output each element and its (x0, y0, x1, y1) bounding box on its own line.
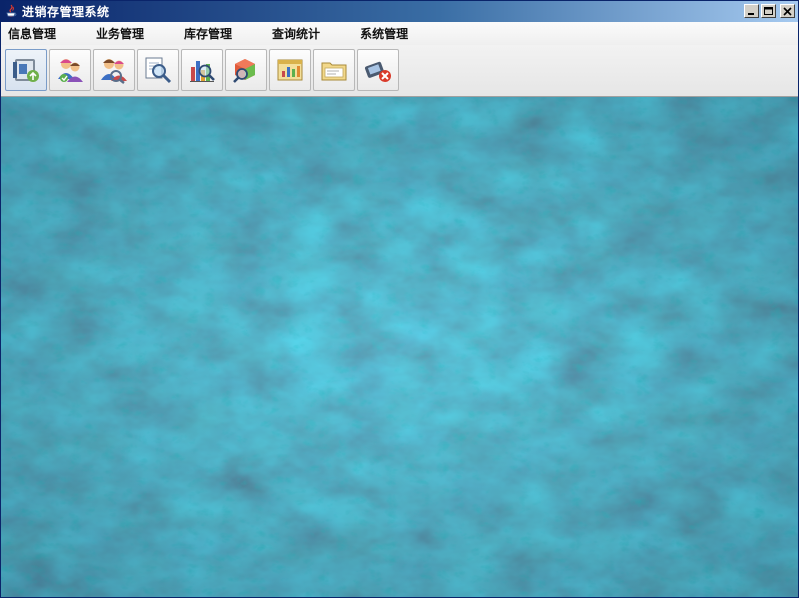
supplier-info-icon (101, 59, 127, 84)
info-manage-icon (13, 59, 39, 82)
textured-background-image (1, 97, 798, 597)
stock-search-icon (233, 59, 255, 83)
toolbar-button-exit[interactable] (357, 49, 399, 91)
menu-query-stats[interactable]: 查询统计 (265, 25, 327, 42)
toolbar-button-folder[interactable] (313, 49, 355, 91)
toolbar-button-query[interactable] (137, 49, 179, 91)
stock-chart-icon (190, 61, 215, 82)
toolbar-button-stock-search[interactable] (225, 49, 267, 91)
maximize-icon (764, 6, 773, 15)
main-window: 进销存管理系统 信息管理 业务管理 库存管理 查询统计 系统管理 (0, 0, 799, 598)
menu-system-manage[interactable]: 系统管理 (353, 25, 415, 42)
menu-business-manage[interactable]: 业务管理 (89, 25, 151, 42)
toolbar-button-supplier-info[interactable] (93, 49, 135, 91)
query-icon (145, 57, 172, 84)
menu-stock-manage[interactable]: 库存管理 (177, 25, 239, 42)
title-bar[interactable]: 进销存管理系统 (1, 1, 798, 22)
maximize-button[interactable] (761, 4, 776, 18)
desktop-background (1, 97, 798, 597)
toolbar-button-stock-chart[interactable] (181, 49, 223, 91)
close-button[interactable] (780, 4, 795, 18)
toolbar-button-info-manage[interactable] (5, 49, 47, 91)
minimize-icon (748, 12, 754, 15)
folder-icon (321, 62, 347, 81)
menu-bar: 信息管理 业务管理 库存管理 查询统计 系统管理 (1, 22, 798, 45)
minimize-button[interactable] (744, 4, 759, 18)
menu-info-manage[interactable]: 信息管理 (1, 25, 63, 42)
java-app-icon (4, 4, 18, 20)
toolbar-button-report[interactable] (269, 49, 311, 91)
toolbar-button-customer-info[interactable] (49, 49, 91, 91)
customer-info-icon (58, 59, 83, 82)
report-icon (277, 59, 303, 81)
toolbar (1, 45, 798, 97)
window-controls (744, 4, 795, 18)
close-icon (783, 6, 792, 16)
exit-icon (364, 61, 391, 82)
window-title: 进销存管理系统 (22, 5, 110, 19)
